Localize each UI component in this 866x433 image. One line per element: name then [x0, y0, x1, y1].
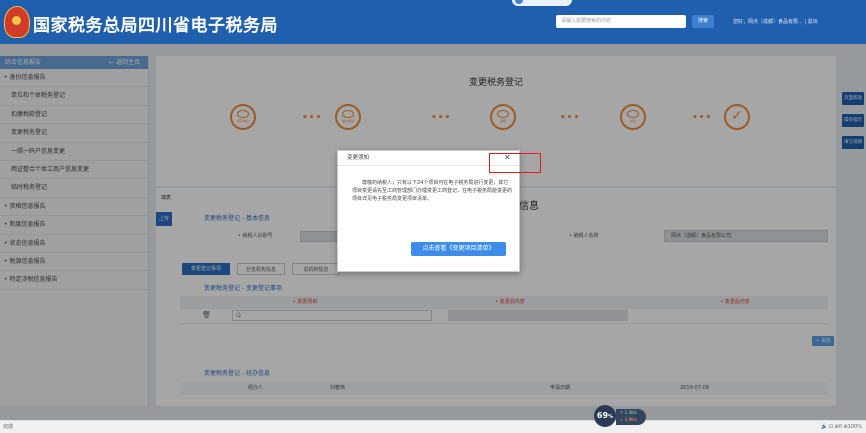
speed-value: 69	[596, 411, 609, 420]
view-change-list-button[interactable]: 点击查看《变更项目清单》	[411, 242, 506, 256]
download-speed: ↓ 3.9K/s	[620, 417, 638, 422]
upload-speed: ↑ 1.3K/s	[620, 410, 638, 415]
dialog-body: 尊敬的纳税人，只有以下24个项目可在电子税务局进行变更，其它项目变更请先至工商管…	[352, 180, 513, 202]
logout-link[interactable]: 退出	[808, 19, 818, 25]
status-text: 完成	[3, 424, 14, 430]
tax-emblem-logo	[4, 6, 30, 38]
browser-status-bar: 完成 🔊 ⊡ ⊕0 ⊕100%	[0, 420, 866, 433]
search-input[interactable]: 请输入需要搜索的内容	[556, 15, 686, 28]
network-speed-info: ↑ 1.3K/s ↓ 3.9K/s	[616, 409, 646, 425]
status-right-icons: 🔊 ⊡ ⊕0 ⊕100%	[820, 424, 862, 430]
site-title: 国家税务总局四川省电子税务局	[33, 16, 278, 36]
search-button[interactable]: 搜索	[692, 15, 714, 28]
speed-unit: %	[608, 414, 614, 420]
top-header: 国家税务总局四川省电子税务局 请输入需要搜索的内容 搜索 您好，网点（成都）食品…	[0, 0, 866, 44]
highlight-box	[489, 153, 541, 173]
user-name[interactable]: 您好，网点（成都）食品有限...	[733, 19, 803, 25]
user-info: 您好，网点（成都）食品有限... | 退出	[733, 19, 818, 25]
notification-badge[interactable]	[512, 0, 572, 6]
network-speed-gauge[interactable]: 69%	[594, 405, 616, 427]
